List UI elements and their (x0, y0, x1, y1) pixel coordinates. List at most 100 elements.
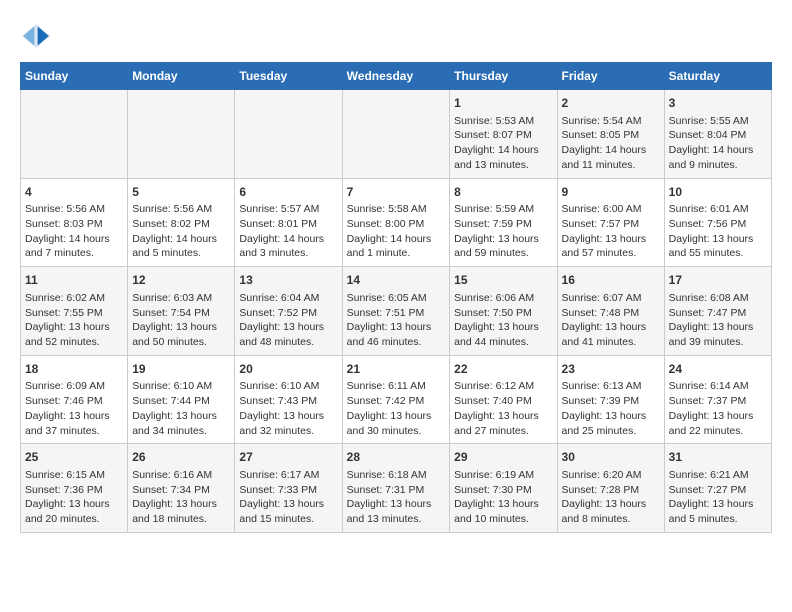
calendar-cell: 13 Sunrise: 6:04 AM Sunset: 7:52 PM Dayli… (235, 267, 342, 356)
day-header-friday: Friday (557, 63, 664, 90)
day-info: Sunrise: 5:56 AM Sunset: 8:02 PM Dayligh… (132, 202, 230, 261)
calendar-cell: 10Sunrise: 6:01 AM Sunset: 7:56 PM Dayli… (664, 178, 771, 267)
calendar-cell (342, 90, 450, 179)
page-header (20, 20, 772, 52)
day-number: 28 (347, 449, 446, 466)
day-info: Sunrise: 6:20 AM Sunset: 7:28 PM Dayligh… (562, 468, 660, 527)
day-number: 26 (132, 449, 230, 466)
day-info: Sunrise: 6:15 AM Sunset: 7:36 PM Dayligh… (25, 468, 123, 527)
day-info: Sunrise: 6:21 AM Sunset: 7:27 PM Dayligh… (669, 468, 767, 527)
day-number: 23 (562, 361, 660, 378)
calendar-cell: 29 Sunrise: 6:19 AM Sunset: 7:30 PM Dayli… (450, 444, 557, 533)
day-number: 30 (562, 449, 660, 466)
day-header-thursday: Thursday (450, 63, 557, 90)
calendar-cell: 15 Sunrise: 6:06 AM Sunset: 7:50 PM Dayli… (450, 267, 557, 356)
day-number: 29 (454, 449, 552, 466)
day-number: 16 (562, 272, 660, 289)
day-info: Sunrise: 6:12 AM Sunset: 7:40 PM Dayligh… (454, 379, 552, 438)
day-info: Sunrise: 6:17 AM Sunset: 7:33 PM Dayligh… (239, 468, 337, 527)
day-number: 8 (454, 184, 552, 201)
calendar-cell: 18Sunrise: 6:09 AM Sunset: 7:46 PM Dayli… (21, 355, 128, 444)
calendar-table: SundayMondayTuesdayWednesdayThursdayFrid… (20, 62, 772, 533)
day-header-saturday: Saturday (664, 63, 771, 90)
calendar-cell: 27 Sunrise: 6:17 AM Sunset: 7:33 PM Dayli… (235, 444, 342, 533)
day-number: 21 (347, 361, 446, 378)
calendar-cell: 22Sunrise: 6:12 AM Sunset: 7:40 PM Dayli… (450, 355, 557, 444)
day-number: 27 (239, 449, 337, 466)
calendar-cell: 16Sunrise: 6:07 AM Sunset: 7:48 PM Dayli… (557, 267, 664, 356)
calendar-cell: 7Sunrise: 5:58 AM Sunset: 8:00 PM Daylig… (342, 178, 450, 267)
day-info: Sunrise: 6:01 AM Sunset: 7:56 PM Dayligh… (669, 202, 767, 261)
logo (20, 20, 58, 52)
day-info: Sunrise: 6:11 AM Sunset: 7:42 PM Dayligh… (347, 379, 446, 438)
calendar-week-1: 4Sunrise: 5:56 AM Sunset: 8:03 PM Daylig… (21, 178, 772, 267)
calendar-cell: 2 Sunrise: 5:54 AM Sunset: 8:05 PM Daylig… (557, 90, 664, 179)
calendar-cell (128, 90, 235, 179)
day-info: Sunrise: 6:00 AM Sunset: 7:57 PM Dayligh… (562, 202, 660, 261)
day-number: 3 (669, 95, 767, 112)
calendar-cell: 6Sunrise: 5:57 AM Sunset: 8:01 PM Daylig… (235, 178, 342, 267)
calendar-cell: 23Sunrise: 6:13 AM Sunset: 7:39 PM Dayli… (557, 355, 664, 444)
day-number: 20 (239, 361, 337, 378)
calendar-week-4: 25Sunrise: 6:15 AM Sunset: 7:36 PM Dayli… (21, 444, 772, 533)
day-header-tuesday: Tuesday (235, 63, 342, 90)
calendar-cell: 4Sunrise: 5:56 AM Sunset: 8:03 PM Daylig… (21, 178, 128, 267)
day-info: Sunrise: 6:02 AM Sunset: 7:55 PM Dayligh… (25, 291, 123, 350)
calendar-cell: 12 Sunrise: 6:03 AM Sunset: 7:54 PM Dayli… (128, 267, 235, 356)
calendar-cell: 8Sunrise: 5:59 AM Sunset: 7:59 PM Daylig… (450, 178, 557, 267)
day-number: 13 (239, 272, 337, 289)
calendar-week-0: 1Sunrise: 5:53 AM Sunset: 8:07 PM Daylig… (21, 90, 772, 179)
calendar-cell: 17Sunrise: 6:08 AM Sunset: 7:47 PM Dayli… (664, 267, 771, 356)
day-info: Sunrise: 5:53 AM Sunset: 8:07 PM Dayligh… (454, 114, 552, 173)
day-number: 19 (132, 361, 230, 378)
day-number: 10 (669, 184, 767, 201)
day-info: Sunrise: 6:16 AM Sunset: 7:34 PM Dayligh… (132, 468, 230, 527)
day-info: Sunrise: 5:59 AM Sunset: 7:59 PM Dayligh… (454, 202, 552, 261)
calendar-cell: 9Sunrise: 6:00 AM Sunset: 7:57 PM Daylig… (557, 178, 664, 267)
calendar-header-row: SundayMondayTuesdayWednesdayThursdayFrid… (21, 63, 772, 90)
day-number: 7 (347, 184, 446, 201)
calendar-week-2: 11Sunrise: 6:02 AM Sunset: 7:55 PM Dayli… (21, 267, 772, 356)
day-info: Sunrise: 6:18 AM Sunset: 7:31 PM Dayligh… (347, 468, 446, 527)
calendar-cell: 1Sunrise: 5:53 AM Sunset: 8:07 PM Daylig… (450, 90, 557, 179)
calendar-cell: 11Sunrise: 6:02 AM Sunset: 7:55 PM Dayli… (21, 267, 128, 356)
day-info: Sunrise: 6:10 AM Sunset: 7:44 PM Dayligh… (132, 379, 230, 438)
calendar-cell: 26 Sunrise: 6:16 AM Sunset: 7:34 PM Dayli… (128, 444, 235, 533)
day-info: Sunrise: 5:54 AM Sunset: 8:05 PM Dayligh… (562, 114, 660, 173)
day-number: 5 (132, 184, 230, 201)
day-number: 9 (562, 184, 660, 201)
day-info: Sunrise: 6:04 AM Sunset: 7:52 PM Dayligh… (239, 291, 337, 350)
day-header-wednesday: Wednesday (342, 63, 450, 90)
calendar-cell: 24Sunrise: 6:14 AM Sunset: 7:37 PM Dayli… (664, 355, 771, 444)
day-number: 15 (454, 272, 552, 289)
day-number: 14 (347, 272, 446, 289)
day-number: 17 (669, 272, 767, 289)
calendar-cell (21, 90, 128, 179)
calendar-body: 1Sunrise: 5:53 AM Sunset: 8:07 PM Daylig… (21, 90, 772, 533)
day-info: Sunrise: 5:55 AM Sunset: 8:04 PM Dayligh… (669, 114, 767, 173)
day-number: 6 (239, 184, 337, 201)
calendar-cell: 3 Sunrise: 5:55 AM Sunset: 8:04 PM Daylig… (664, 90, 771, 179)
day-info: Sunrise: 6:14 AM Sunset: 7:37 PM Dayligh… (669, 379, 767, 438)
day-number: 12 (132, 272, 230, 289)
day-info: Sunrise: 6:03 AM Sunset: 7:54 PM Dayligh… (132, 291, 230, 350)
day-header-monday: Monday (128, 63, 235, 90)
day-number: 24 (669, 361, 767, 378)
day-number: 2 (562, 95, 660, 112)
calendar-cell: 14 Sunrise: 6:05 AM Sunset: 7:51 PM Dayli… (342, 267, 450, 356)
day-info: Sunrise: 6:13 AM Sunset: 7:39 PM Dayligh… (562, 379, 660, 438)
day-number: 31 (669, 449, 767, 466)
day-info: Sunrise: 6:05 AM Sunset: 7:51 PM Dayligh… (347, 291, 446, 350)
calendar-cell: 19Sunrise: 6:10 AM Sunset: 7:44 PM Dayli… (128, 355, 235, 444)
calendar-cell: 30 Sunrise: 6:20 AM Sunset: 7:28 PM Dayli… (557, 444, 664, 533)
day-header-sunday: Sunday (21, 63, 128, 90)
day-info: Sunrise: 6:09 AM Sunset: 7:46 PM Dayligh… (25, 379, 123, 438)
day-info: Sunrise: 5:58 AM Sunset: 8:00 PM Dayligh… (347, 202, 446, 261)
calendar-cell: 31 Sunrise: 6:21 AM Sunset: 7:27 PM Dayli… (664, 444, 771, 533)
day-info: Sunrise: 6:19 AM Sunset: 7:30 PM Dayligh… (454, 468, 552, 527)
calendar-cell: 5Sunrise: 5:56 AM Sunset: 8:02 PM Daylig… (128, 178, 235, 267)
day-number: 4 (25, 184, 123, 201)
day-info: Sunrise: 5:57 AM Sunset: 8:01 PM Dayligh… (239, 202, 337, 261)
calendar-week-3: 18Sunrise: 6:09 AM Sunset: 7:46 PM Dayli… (21, 355, 772, 444)
day-info: Sunrise: 6:06 AM Sunset: 7:50 PM Dayligh… (454, 291, 552, 350)
